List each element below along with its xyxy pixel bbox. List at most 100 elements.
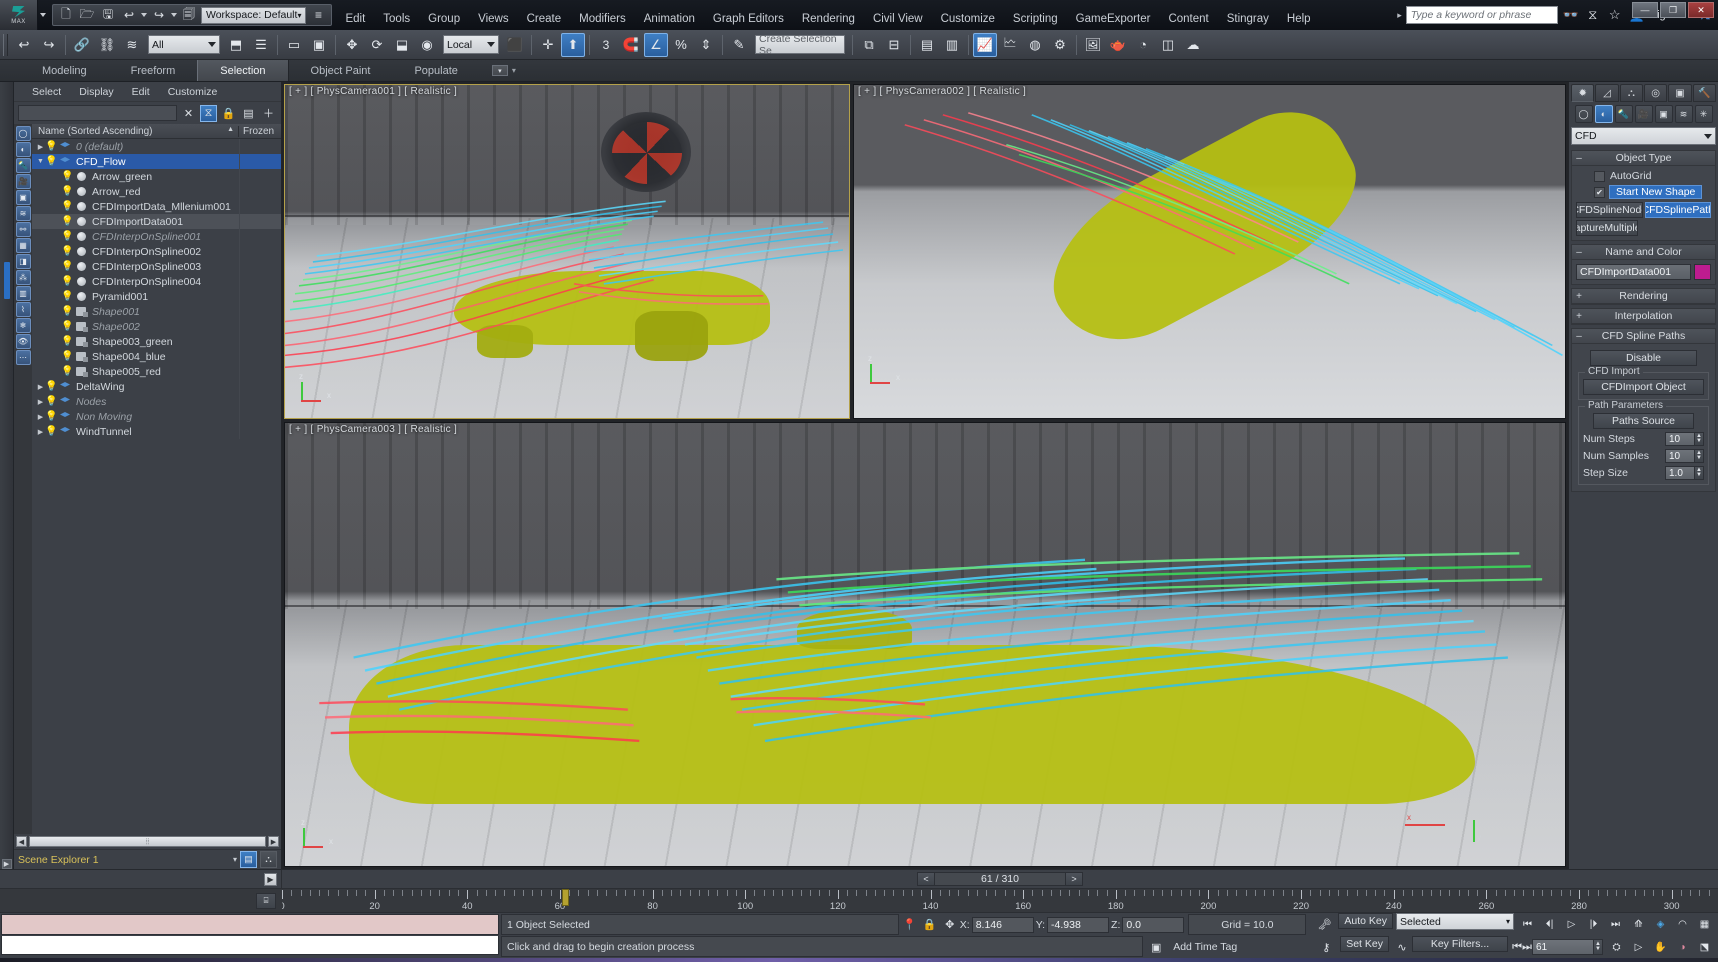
scene-explorer-row[interactable]: 💡CFDInterpOnSpline001 <box>32 229 281 244</box>
select-and-place-icon[interactable]: ◉ <box>415 33 439 57</box>
spacewarps-icon[interactable]: ≋ <box>1675 105 1693 123</box>
auto-key-button[interactable]: Auto Key <box>1338 913 1393 929</box>
project-folder-icon[interactable]: 🗐 <box>180 6 198 24</box>
frozen-cell[interactable] <box>239 244 281 259</box>
key-filters-button[interactable]: Key Filters... <box>1412 936 1508 952</box>
frozen-cell[interactable] <box>239 169 281 184</box>
scene-explorer-row[interactable]: 💡Shape002 <box>32 319 281 334</box>
scene-explorer-row[interactable]: ▼💡CFD_Flow <box>32 154 281 169</box>
select-and-move-icon[interactable]: ✥ <box>340 33 364 57</box>
select-and-place-nav-icon[interactable]: ⟰ <box>1629 916 1648 933</box>
filter-bones-icon[interactable]: ⚯ <box>16 222 31 237</box>
star-favorites-icon[interactable]: ☆ <box>1606 7 1624 23</box>
save-icon[interactable]: 🖫 <box>99 6 117 24</box>
scroll-left-icon[interactable]: ◀ <box>16 836 27 847</box>
coord-y-input[interactable]: -4.938 <box>1047 917 1109 933</box>
spinner-snap-icon[interactable]: ⇕ <box>694 33 718 57</box>
filter-xrefs-icon[interactable]: ◨ <box>16 254 31 269</box>
menu-rendering[interactable]: Rendering <box>793 9 864 29</box>
frozen-cell[interactable] <box>239 289 281 304</box>
filter-groups-icon[interactable]: ▦ <box>16 238 31 253</box>
light-bulb-icon[interactable]: 💡 <box>61 201 74 212</box>
filter-particles-icon[interactable]: ⁂ <box>16 270 31 285</box>
align-icon[interactable]: ⊟ <box>882 33 906 57</box>
scene-explorer-row[interactable]: 💡Shape004_blue <box>32 349 281 364</box>
scene-explorer-menu-select[interactable]: Select <box>24 86 69 98</box>
hierarchy-view-toggle[interactable]: ⛬ <box>260 851 277 868</box>
set-key-button[interactable]: Set Key <box>1340 936 1389 952</box>
key-filter-mode-icon[interactable]: ⚷ <box>1312 936 1340 958</box>
ribbon-tab-modeling[interactable]: Modeling <box>20 60 109 81</box>
lights-icon[interactable]: 🔦 <box>1615 105 1633 123</box>
schematic-view-icon[interactable]: 🗠 <box>998 33 1022 57</box>
redo-button[interactable]: ↪ <box>37 33 61 57</box>
rendered-frame-window-icon[interactable]: 🖼 <box>1081 33 1105 57</box>
window-crossing-icon[interactable]: ▣ <box>307 33 331 57</box>
menu-create[interactable]: Create <box>518 9 571 29</box>
display-tab[interactable]: ▣ <box>1668 84 1691 102</box>
light-bulb-icon[interactable]: 💡 <box>45 381 58 392</box>
scene-explorer-row[interactable]: 💡CFDInterpOnSpline004 <box>32 274 281 289</box>
search-expand-icon[interactable]: ▸ <box>1397 10 1402 21</box>
disable-button[interactable]: Disable <box>1590 350 1697 366</box>
scene-explorer-hscrollbar[interactable]: ◀ ⦙⦙ ▶ <box>14 834 281 849</box>
expander-expand-icon[interactable]: ▶ <box>36 383 45 391</box>
expander-collapse-icon[interactable]: ▼ <box>36 158 45 165</box>
snaps-toggle-button[interactable]: ⬆ <box>561 33 585 57</box>
explorer-expand-icon[interactable]: ▶ <box>264 873 277 886</box>
render-setup-icon[interactable]: ⚙ <box>1048 33 1072 57</box>
filter-more-icon[interactable]: ⋯ <box>16 350 31 365</box>
cfdsplinepath-button[interactable]: CFDSplinePath <box>1645 202 1712 218</box>
ribbon-tab-selection[interactable]: Selection <box>197 60 288 81</box>
select-by-name-icon[interactable]: ☰ <box>249 33 273 57</box>
frozen-cell[interactable] <box>239 409 281 424</box>
filter-frozen-icon[interactable]: ❄ <box>16 318 31 333</box>
light-bulb-icon[interactable]: 💡 <box>61 336 74 347</box>
frozen-cell[interactable] <box>239 304 281 319</box>
qat-overflow-icon[interactable]: ≡ <box>309 6 327 24</box>
rollout-header-name-and-color[interactable]: – Name and Color <box>1572 245 1715 260</box>
rollout-header-object-type[interactable]: – Object Type <box>1572 151 1715 166</box>
light-bulb-icon[interactable]: 💡 <box>61 246 74 257</box>
helpers-icon[interactable]: ▣ <box>1655 105 1673 123</box>
set-key-curve-icon[interactable]: ∿ <box>1392 936 1412 958</box>
filter-funnel-icon[interactable]: ⧖ <box>200 105 217 122</box>
expander-expand-icon[interactable]: ▶ <box>36 413 45 421</box>
go-to-start-icon[interactable]: ⏮ <box>1518 916 1537 933</box>
light-bulb-icon[interactable]: 💡 <box>45 156 58 167</box>
current-frame-input[interactable]: 61 <box>1532 939 1594 955</box>
render-in-cloud-icon[interactable]: ☁ <box>1181 33 1205 57</box>
filter-containers-icon[interactable]: ▥ <box>16 286 31 301</box>
pan-view-icon[interactable]: ✋ <box>1651 939 1670 956</box>
ribbon-tab-populate[interactable]: Populate <box>392 60 479 81</box>
play-animation-icon[interactable]: ▷ <box>1562 916 1581 933</box>
menu-modifiers[interactable]: Modifiers <box>570 9 635 29</box>
curve-editor-icon[interactable]: 📈 <box>973 33 997 57</box>
open-mini-curve-editor-icon[interactable]: ⌸ <box>256 893 276 909</box>
scene-explorer-row[interactable]: ▶💡Non Moving <box>32 409 281 424</box>
ribbon-tab-freeform[interactable]: Freeform <box>109 60 198 81</box>
add-time-tag-button[interactable]: Add Time Tag <box>1168 936 1308 957</box>
menu-gameexporter[interactable]: GameExporter <box>1067 9 1160 29</box>
filter-helpers-icon[interactable]: ▣ <box>16 190 31 205</box>
light-bulb-icon[interactable]: 💡 <box>61 171 74 182</box>
cfdsplinenode-button[interactable]: CFDSplineNode <box>1576 202 1643 218</box>
scene-explorer-row[interactable]: 💡Arrow_red <box>32 184 281 199</box>
ribbon-tab-object-paint[interactable]: Object Paint <box>289 60 393 81</box>
frozen-cell[interactable] <box>239 364 281 379</box>
maximize-button[interactable]: ❐ <box>1660 2 1686 18</box>
coord-z-input[interactable]: 0.0 <box>1122 917 1184 933</box>
listener-white-pane[interactable] <box>1 936 499 955</box>
scene-explorer-menu-display[interactable]: Display <box>71 86 121 98</box>
viewport-physcamera001[interactable]: [ + ] [ PhysCamera001 ] [ Realistic ] z … <box>284 84 850 419</box>
menu-graph-editors[interactable]: Graph Editors <box>704 9 793 29</box>
light-bulb-icon[interactable]: 💡 <box>61 291 74 302</box>
scene-explorer-row[interactable]: ▶💡0 (default) <box>32 139 281 154</box>
object-color-swatch[interactable] <box>1694 264 1711 280</box>
rectangular-selection-region-icon[interactable]: ▭ <box>282 33 306 57</box>
light-bulb-icon[interactable]: 💡 <box>61 231 74 242</box>
app-logo-button[interactable]: MAX <box>0 0 38 30</box>
next-frame-icon[interactable]: |⏵ <box>1584 916 1603 933</box>
scene-explorer-row[interactable]: 💡Shape003_green <box>32 334 281 349</box>
selection-lock-icon[interactable]: 🔒 <box>920 913 940 936</box>
